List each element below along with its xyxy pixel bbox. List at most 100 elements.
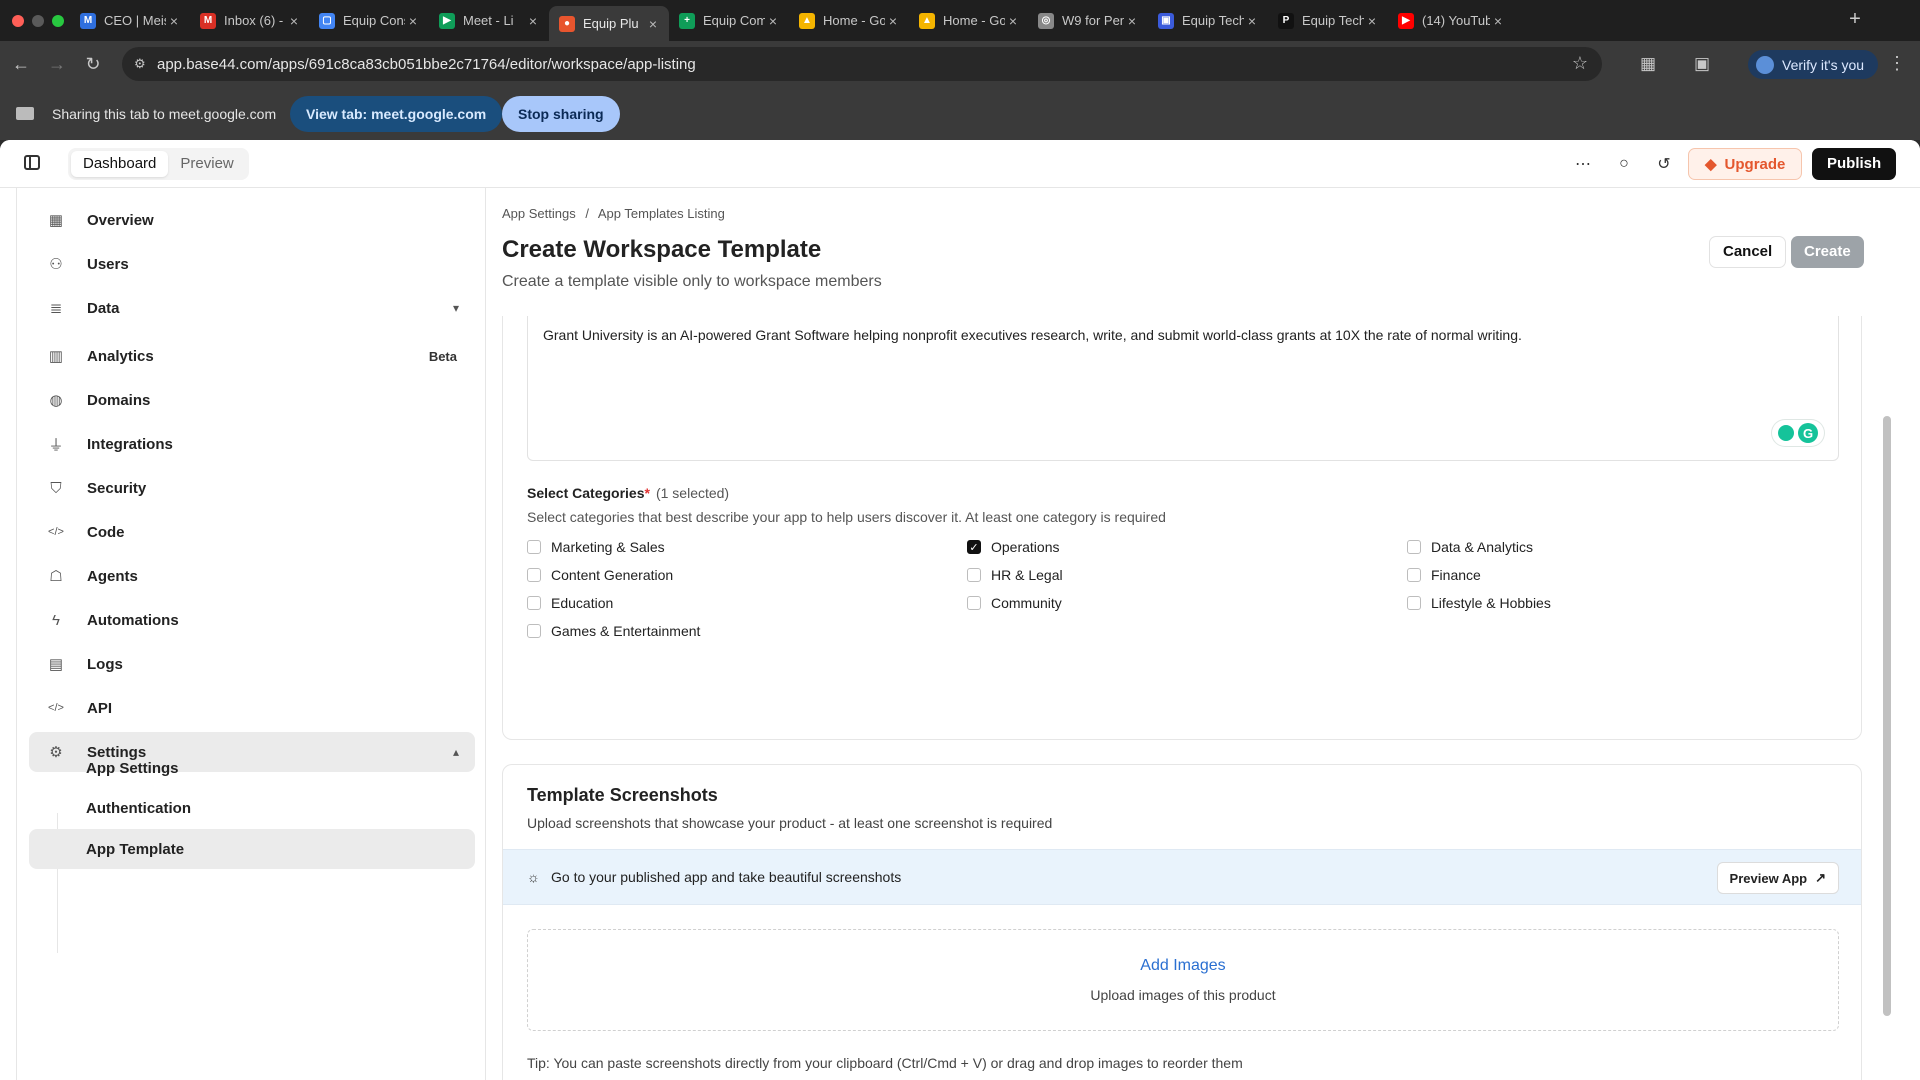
- close-tab-icon[interactable]: ×: [525, 13, 541, 29]
- checkbox[interactable]: [1407, 540, 1421, 554]
- create-button[interactable]: Create: [1791, 236, 1864, 268]
- browser-tab[interactable]: ▶ Meet - Li ×: [429, 6, 549, 35]
- close-tab-icon[interactable]: ×: [765, 13, 781, 29]
- browser-tab[interactable]: ▲ Home - Goog×: [909, 6, 1029, 35]
- form-scroll-area[interactable]: Grant University is an AI-powered Grant …: [486, 316, 1920, 1080]
- close-tab-icon[interactable]: ×: [166, 13, 182, 29]
- tab-dashboard[interactable]: Dashboard: [71, 151, 169, 177]
- tab-favicon-icon: ●: [559, 15, 575, 32]
- vertical-scrollbar[interactable]: [1881, 316, 1893, 1080]
- toggle-sidebar-icon[interactable]: [24, 155, 40, 170]
- checkbox[interactable]: [527, 596, 541, 610]
- cast-icon[interactable]: ▣: [1690, 52, 1714, 76]
- close-tab-icon[interactable]: ×: [885, 13, 901, 29]
- tab-title: Equip Compa: [703, 13, 765, 28]
- sidebar-item-integrations[interactable]: ⏚ Integrations: [29, 424, 475, 464]
- sidebar-item-domains[interactable]: ◍ Domains: [29, 380, 475, 420]
- more-options-icon[interactable]: ⋯: [1571, 152, 1595, 176]
- cancel-button[interactable]: Cancel: [1709, 236, 1787, 268]
- close-tab-icon[interactable]: ×: [405, 13, 421, 29]
- breadcrumb-app-templates-listing[interactable]: App Templates Listing: [598, 206, 725, 221]
- close-tab-icon[interactable]: ×: [1124, 13, 1140, 29]
- browser-tab[interactable]: ▶ (14) YouTube×: [1388, 6, 1514, 35]
- image-dropzone[interactable]: Add Images Upload images of this product: [527, 929, 1839, 1031]
- category-option[interactable]: Community: [967, 595, 1062, 611]
- site-settings-icon[interactable]: ⚙: [134, 56, 150, 72]
- close-tab-icon[interactable]: ×: [1364, 13, 1380, 29]
- close-tab-icon[interactable]: ×: [1244, 13, 1260, 29]
- breadcrumb-app-settings[interactable]: App Settings: [502, 206, 576, 221]
- sidebar-item-users[interactable]: ⚇ Users: [29, 244, 475, 284]
- address-bar[interactable]: ⚙ app.base44.com/apps/691c8ca83cb051bbe2…: [122, 47, 1602, 81]
- reload-button[interactable]: ↻: [80, 51, 106, 77]
- close-tab-icon[interactable]: ×: [645, 16, 661, 32]
- browser-tab[interactable]: M CEO | Meister×: [70, 6, 190, 35]
- close-tab-icon[interactable]: ×: [1490, 13, 1506, 29]
- upgrade-button[interactable]: ◆ Upgrade: [1688, 148, 1803, 180]
- close-window-button[interactable]: [12, 15, 24, 27]
- checkbox[interactable]: [1407, 568, 1421, 582]
- scrollbar-thumb[interactable]: [1883, 416, 1891, 1016]
- forward-button[interactable]: →: [44, 51, 70, 77]
- back-button[interactable]: ←: [8, 51, 34, 77]
- sidebar-item-code[interactable]: </> Code: [29, 512, 475, 552]
- category-option[interactable]: Finance: [1407, 567, 1481, 583]
- sidebar-subitem-app-settings[interactable]: App Settings: [29, 748, 475, 788]
- category-option[interactable]: Games & Entertainment: [527, 623, 700, 639]
- browser-tab[interactable]: + Equip Compa×: [669, 6, 789, 35]
- preview-app-button[interactable]: Preview App ↗: [1716, 862, 1839, 894]
- category-option[interactable]: Marketing & Sales: [527, 539, 665, 555]
- checkbox[interactable]: [527, 568, 541, 582]
- checkbox[interactable]: [527, 540, 541, 554]
- view-shared-tab-button[interactable]: View tab: meet.google.com: [290, 96, 503, 132]
- minimize-window-button[interactable]: [32, 15, 44, 27]
- verify-account-button[interactable]: Verify it's you: [1748, 50, 1879, 79]
- sidebar-item-automations[interactable]: ϟ Automations: [29, 600, 475, 640]
- category-option[interactable]: Data & Analytics: [1407, 539, 1533, 555]
- chevron-down-icon[interactable]: ▾: [453, 301, 459, 315]
- category-option[interactable]: Education: [527, 595, 613, 611]
- bookmark-star-icon[interactable]: ☆: [1572, 53, 1588, 74]
- browser-tab[interactable]: ▣ Equip Tech P×: [1148, 6, 1268, 35]
- extensions-icon[interactable]: ▦: [1636, 52, 1660, 76]
- sidebar-item-data[interactable]: ≣ Data ▾: [29, 288, 475, 328]
- sidebar-subitem-app-template[interactable]: App Template: [29, 829, 475, 869]
- grammarly-widget[interactable]: G: [1772, 420, 1824, 446]
- close-tab-icon[interactable]: ×: [1005, 13, 1021, 29]
- browser-tab[interactable]: ◎ W9 for Pendi×: [1028, 6, 1148, 35]
- close-tab-icon[interactable]: ×: [286, 13, 302, 29]
- checkbox-checked[interactable]: ✓: [967, 540, 981, 554]
- sidebar-item-agents[interactable]: ☖ Agents: [29, 556, 475, 596]
- description-textarea[interactable]: Grant University is an AI-powered Grant …: [527, 316, 1839, 461]
- browser-tab[interactable]: M Inbox (6) - jo×: [190, 6, 310, 35]
- share-icon[interactable]: ↺: [1652, 152, 1676, 176]
- browser-menu-icon[interactable]: ⋮: [1888, 53, 1906, 74]
- sidebar-item-analytics[interactable]: ▥ Analytics Beta: [29, 336, 475, 376]
- category-option[interactable]: Content Generation: [527, 567, 673, 583]
- browser-tab[interactable]: ▢ Equip Consu×: [309, 6, 429, 35]
- sidebar-item-api[interactable]: </> API: [29, 688, 475, 728]
- browser-tab[interactable]: ▲ Home - Goog×: [789, 6, 909, 35]
- checkbox[interactable]: [967, 568, 981, 582]
- add-images-link[interactable]: Add Images: [528, 957, 1838, 975]
- checkbox[interactable]: [1407, 596, 1421, 610]
- tab-preview[interactable]: Preview: [168, 151, 245, 177]
- category-option[interactable]: Lifestyle & Hobbies: [1407, 595, 1551, 611]
- sidebar-item-overview[interactable]: ▦ Overview: [29, 200, 475, 240]
- category-option[interactable]: HR & Legal: [967, 567, 1063, 583]
- maximize-window-button[interactable]: [52, 15, 64, 27]
- checkbox[interactable]: [967, 596, 981, 610]
- sidebar-item-security[interactable]: ⛉ Security: [29, 468, 475, 508]
- checkbox[interactable]: [527, 624, 541, 638]
- browser-tab[interactable]: ● Equip Plu ×: [549, 6, 669, 41]
- category-option[interactable]: ✓ Operations: [967, 539, 1059, 555]
- sidebar-subitem-authentication[interactable]: Authentication: [29, 788, 475, 828]
- browser-tab[interactable]: P Equip Tech ×: [1268, 6, 1388, 35]
- stop-sharing-button[interactable]: Stop sharing: [502, 96, 620, 132]
- github-icon[interactable]: ○: [1612, 152, 1636, 176]
- publish-button[interactable]: Publish: [1812, 148, 1897, 180]
- tab-favicon-icon: ▢: [319, 12, 335, 29]
- new-tab-button[interactable]: +: [1842, 8, 1868, 31]
- categories-label-text: Select Categories: [527, 485, 645, 501]
- sidebar-item-logs[interactable]: ▤ Logs: [29, 644, 475, 684]
